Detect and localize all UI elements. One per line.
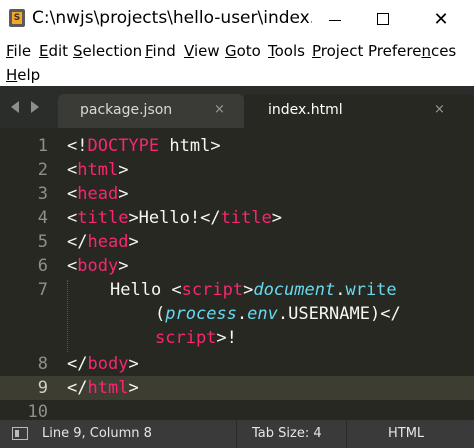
tab-bar: package.json × index.html ×: [0, 86, 474, 128]
menu-view[interactable]: View: [184, 42, 220, 60]
tab-label: index.html: [268, 102, 343, 118]
menu-find[interactable]: Find: [145, 42, 176, 60]
code-line-8: </body>: [67, 354, 139, 374]
line-number: 1: [37, 136, 48, 156]
code-line-7-wrap-2: script>!: [155, 328, 237, 348]
menu-goto[interactable]: Goto: [225, 42, 261, 60]
line-number: 3: [37, 184, 48, 204]
menu-edit[interactable]: Edit: [39, 42, 68, 60]
menu-tools[interactable]: Tools: [268, 42, 305, 60]
indent-guide: [67, 280, 68, 352]
menu-help[interactable]: Help: [6, 66, 40, 84]
code-line-1: <!DOCTYPE html>: [67, 136, 221, 156]
menu-project[interactable]: Project: [312, 42, 363, 60]
menu-bar: File Edit Selection Find View Goto Tools…: [0, 38, 474, 86]
tab-scroll-right-icon[interactable]: [31, 101, 39, 113]
minimize-icon: [329, 19, 341, 21]
window-title: C:\nwjs\projects\hello-user\index.ht...: [32, 8, 312, 28]
code-line-7: Hello <script>document.write: [110, 280, 397, 300]
close-icon: ✕: [433, 8, 449, 30]
maximize-icon: [377, 13, 389, 25]
status-divider: [236, 420, 237, 448]
sublime-app-icon[interactable]: S: [9, 9, 25, 27]
line-number: 4: [37, 208, 48, 228]
minimize-button[interactable]: [310, 0, 360, 38]
cursor-position: Line 9, Column 8: [42, 426, 152, 441]
line-number: 10: [27, 402, 48, 420]
maximize-button[interactable]: [358, 0, 408, 38]
code-line-5: </head>: [67, 232, 139, 252]
line-number: 5: [37, 232, 48, 252]
code-line-7-wrap-1: (process.env.USERNAME)</: [155, 304, 401, 324]
line-number: 8: [37, 354, 48, 374]
tab-close-icon[interactable]: ×: [434, 102, 445, 117]
sidebar-toggle-icon[interactable]: [12, 427, 28, 440]
code-editor[interactable]: 1 2 3 4 5 6 7 8 9 10 <!DOCTYPE html> <ht…: [0, 128, 474, 420]
line-number: 6: [37, 256, 48, 276]
tab-package-json[interactable]: package.json ×: [58, 94, 244, 128]
menu-preferences[interactable]: Preferences: [368, 42, 456, 60]
code-line-6: <body>: [67, 256, 129, 276]
tab-size-indicator[interactable]: Tab Size: 4: [252, 426, 322, 441]
tab-close-icon[interactable]: ×: [214, 102, 225, 117]
code-line-2: <html>: [67, 160, 129, 180]
tab-index-html[interactable]: index.html ×: [244, 94, 474, 128]
menu-selection[interactable]: Selection: [73, 42, 142, 60]
line-number: 9: [37, 378, 48, 398]
line-number: 7: [37, 280, 48, 300]
code-line-4: <title>Hello!</title>: [67, 208, 282, 228]
title-bar: S C:\nwjs\projects\hello-user\index.ht..…: [0, 0, 474, 38]
close-button[interactable]: ✕: [416, 0, 466, 38]
status-bar: Line 9, Column 8 Tab Size: 4 HTML: [0, 420, 474, 448]
menu-file[interactable]: File: [6, 42, 31, 60]
line-number: 2: [37, 160, 48, 180]
tab-label: package.json: [80, 102, 173, 118]
syntax-indicator[interactable]: HTML: [388, 426, 424, 441]
status-divider: [346, 420, 347, 448]
code-line-9: </html>: [67, 378, 139, 398]
tab-scroll-left-icon[interactable]: [11, 101, 19, 113]
code-line-3: <head>: [67, 184, 129, 204]
